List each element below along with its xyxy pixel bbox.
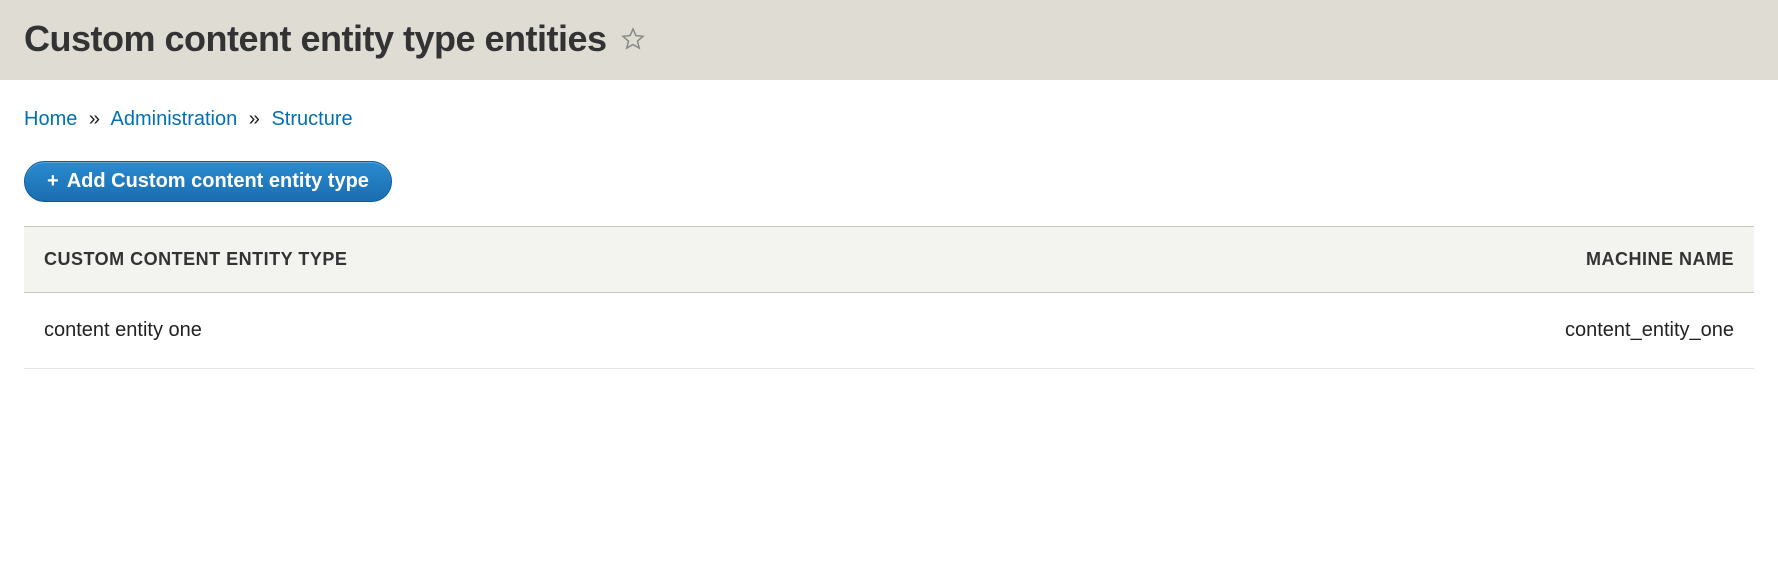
breadcrumb: Home » Administration » Structure	[24, 108, 1754, 131]
breadcrumb-separator: »	[89, 108, 100, 130]
add-button-label: Add Custom content entity type	[67, 170, 369, 193]
breadcrumb-administration[interactable]: Administration	[111, 108, 238, 130]
page-header: Custom content entity type entities	[0, 0, 1778, 80]
entity-type-table: Custom content entity type Machine name …	[24, 226, 1754, 369]
content-region: Home » Administration » Structure + Add …	[0, 80, 1778, 397]
breadcrumb-separator: »	[249, 108, 260, 130]
breadcrumb-home[interactable]: Home	[24, 108, 77, 130]
add-entity-type-button[interactable]: + Add Custom content entity type	[24, 161, 392, 202]
table-row[interactable]: content entity one content_entity_one	[24, 293, 1754, 369]
cell-machine-name: content_entity_one	[1099, 293, 1754, 369]
column-header-machine-name: Machine name	[1099, 227, 1754, 293]
table-header-row: Custom content entity type Machine name	[24, 227, 1754, 293]
plus-icon: +	[47, 170, 59, 193]
favorite-star-icon[interactable]	[621, 27, 645, 51]
page-title: Custom content entity type entities	[24, 18, 607, 60]
column-header-type: Custom content entity type	[24, 227, 1099, 293]
cell-entity-type: content entity one	[24, 293, 1099, 369]
breadcrumb-structure[interactable]: Structure	[271, 108, 352, 130]
